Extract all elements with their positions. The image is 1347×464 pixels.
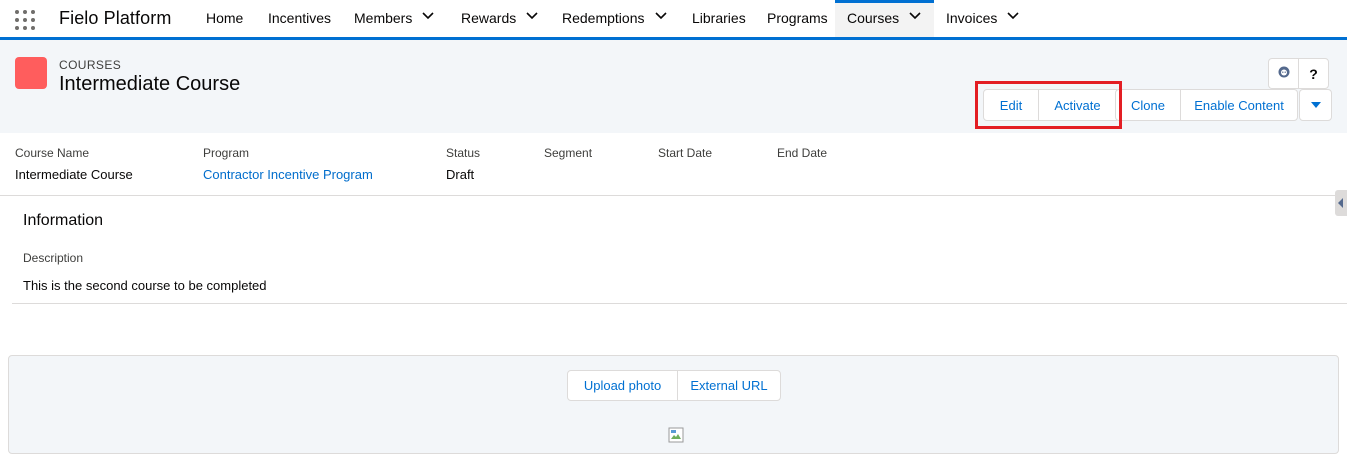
nav-item-courses[interactable]: Courses xyxy=(835,0,934,37)
chevron-down-icon[interactable] xyxy=(1007,11,1019,21)
field-label: Segment xyxy=(544,146,593,160)
nav-item-label: Rewards xyxy=(461,10,517,26)
more-actions-button[interactable] xyxy=(1299,89,1332,121)
field-label: Start Date xyxy=(658,146,713,160)
divider xyxy=(12,303,1347,304)
side-panel-toggle[interactable] xyxy=(1335,190,1347,216)
chevron-down-icon[interactable] xyxy=(654,11,667,21)
nav-item-rewards[interactable]: Rewards xyxy=(448,0,549,37)
help-button[interactable]: ? xyxy=(1298,58,1329,89)
field-start-date: Start Date xyxy=(658,146,712,167)
enable-content-button[interactable]: Enable Content xyxy=(1180,89,1298,121)
help-icon: ? xyxy=(1309,65,1318,82)
photo-panel: Upload photo External URL xyxy=(8,355,1339,454)
activate-button-label: Activate xyxy=(1054,97,1101,113)
photo-button-group: Upload photo External URL xyxy=(567,370,781,401)
chevron-down-icon[interactable] xyxy=(909,11,921,21)
global-navigation: Fielo Platform Home Incentives Members R… xyxy=(0,0,1347,40)
nav-item-home[interactable]: Home xyxy=(193,0,256,37)
field-status: Status Draft xyxy=(446,146,480,182)
field-segment: Segment xyxy=(544,146,592,167)
nav-item-label: Home xyxy=(206,10,244,26)
course-record-icon xyxy=(15,57,47,89)
program-link[interactable]: Contractor Incentive Program xyxy=(203,167,373,182)
nav-item-label: Redemptions xyxy=(562,10,645,26)
nav-item-label: Incentives xyxy=(268,10,332,26)
record-object-type: COURSES xyxy=(59,58,122,72)
field-value: Intermediate Course xyxy=(15,167,133,182)
page-title: Intermediate Course xyxy=(59,73,241,95)
field-value: Draft xyxy=(446,167,475,182)
upload-photo-label: Upload photo xyxy=(583,378,662,393)
agent-icon xyxy=(1277,65,1291,82)
external-url-label: External URL xyxy=(690,378,768,393)
action-button-group: Edit Activate xyxy=(983,89,1117,121)
app-name: Fielo Platform xyxy=(59,8,172,28)
description-label: Description xyxy=(23,251,84,265)
highlights-panel: Course Name Intermediate Course Program … xyxy=(0,133,1347,196)
nav-item-label: Invoices xyxy=(946,10,998,26)
field-label: Program xyxy=(203,146,250,160)
external-url-button[interactable]: External URL xyxy=(677,370,781,401)
nav-item-label: Members xyxy=(354,10,413,26)
clone-button-label: Clone xyxy=(1131,97,1165,113)
nav-item-redemptions[interactable]: Redemptions xyxy=(549,0,678,37)
action-button-group-2: Clone Enable Content xyxy=(1115,89,1298,121)
app-launcher-icon[interactable] xyxy=(15,10,35,30)
broken-image-icon xyxy=(668,427,684,443)
edit-button[interactable]: Edit xyxy=(983,89,1039,121)
section-title: Information xyxy=(23,212,104,229)
agent-button[interactable] xyxy=(1268,58,1299,89)
chevron-down-icon[interactable] xyxy=(526,11,538,21)
clone-button[interactable]: Clone xyxy=(1115,89,1181,121)
enable-content-button-label: Enable Content xyxy=(1194,97,1284,113)
field-course-name: Course Name Intermediate Course xyxy=(15,146,133,182)
chevron-down-icon[interactable] xyxy=(422,11,434,21)
field-program: Program Contractor Incentive Program xyxy=(203,146,373,182)
description-value: This is the second course to be complete… xyxy=(23,278,267,293)
nav-item-label: Courses xyxy=(847,10,900,26)
field-label: End Date xyxy=(777,146,828,160)
field-label: Course Name xyxy=(15,146,90,160)
upload-photo-button[interactable]: Upload photo xyxy=(567,370,678,401)
nav-item-libraries[interactable]: Libraries xyxy=(679,0,759,37)
record-header: COURSES Intermediate Course ? Edit Activ… xyxy=(0,40,1347,133)
activate-button[interactable]: Activate xyxy=(1038,89,1117,121)
edit-button-label: Edit xyxy=(999,97,1023,113)
field-end-date: End Date xyxy=(777,146,827,167)
field-label: Status xyxy=(446,146,481,160)
nav-item-incentives[interactable]: Incentives xyxy=(255,0,344,37)
caret-down-icon xyxy=(1310,96,1322,114)
nav-item-invoices[interactable]: Invoices xyxy=(934,0,1029,37)
nav-item-label: Programs xyxy=(767,10,828,26)
nav-item-members[interactable]: Members xyxy=(341,0,445,37)
nav-item-programs[interactable]: Programs xyxy=(754,0,841,37)
nav-item-label: Libraries xyxy=(692,10,746,26)
